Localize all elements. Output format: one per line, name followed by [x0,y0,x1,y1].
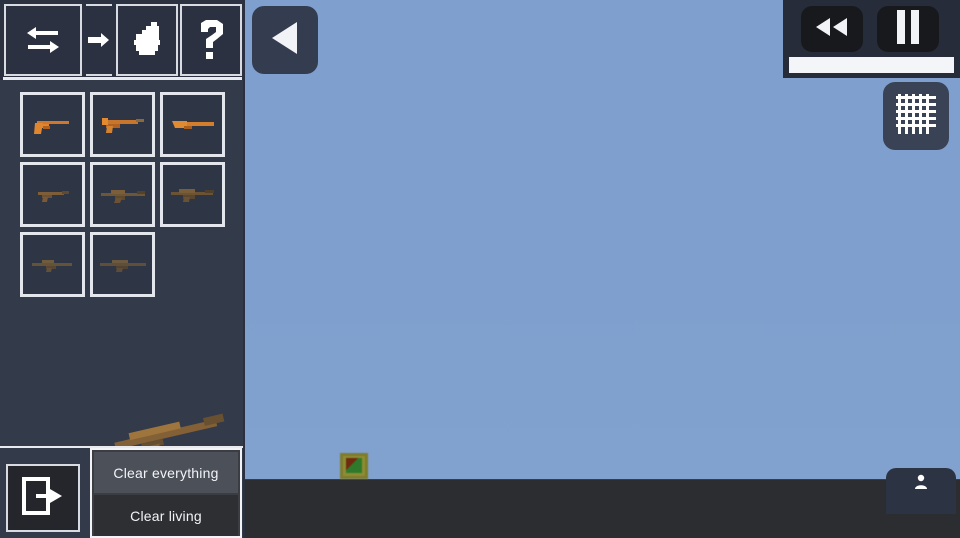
toolbar-divider [3,77,242,80]
item-slot-assault-rifle[interactable] [90,162,155,227]
person-icon [914,474,928,495]
compact-smg-icon [34,187,72,203]
rewind-icon [812,16,852,43]
item-slot-submachine-gun[interactable] [90,92,155,157]
game-screen: Clear everything Clear living [0,0,960,538]
assault-rifle-icon [99,186,147,204]
back-button[interactable] [252,6,318,74]
clear-living-button[interactable]: Clear living [94,495,238,536]
sniper-rifle-icon [98,257,148,273]
grenade-button[interactable] [116,4,178,76]
swap-arrows-icon [22,23,64,57]
playback-panel [783,0,960,78]
exit-door-icon [21,475,65,522]
characters-button[interactable] [886,468,956,514]
next-button[interactable] [86,4,112,76]
item-slot-compact-smg[interactable] [20,162,85,227]
item-slot-marksman-rifle[interactable] [20,232,85,297]
grenade-icon [129,20,165,60]
playback-progress-track[interactable] [789,57,954,73]
item-slot-sniper-rifle[interactable] [90,232,155,297]
item-sidebar: Clear everything Clear living [0,0,245,538]
grid-icon [896,93,936,139]
clear-buttons-panel: Clear everything Clear living [90,448,242,538]
help-button[interactable] [180,4,242,76]
exit-button[interactable] [6,464,80,532]
battle-rifle-icon [169,186,217,204]
pause-icon [895,9,921,49]
arrow-right-icon [88,31,110,49]
submachine-gun-icon [100,114,146,136]
question-mark-icon [196,19,226,61]
rewind-button[interactable] [801,6,863,52]
spawned-crate[interactable] [340,453,368,479]
item-slot-revolver[interactable] [20,92,85,157]
grid-button[interactable] [883,82,949,150]
playback-progress-fill [789,57,954,73]
swap-button[interactable] [4,4,82,76]
item-slot-battle-rifle[interactable] [160,162,225,227]
play-left-triangle-icon [269,19,301,62]
revolver-icon [31,114,75,136]
pause-button[interactable] [877,6,939,52]
item-slot-sawed-off-shotgun[interactable] [160,92,225,157]
sawed-off-shotgun-icon [170,116,216,134]
sidebar-edge [243,0,245,538]
sidebar-toolbar [0,0,245,80]
marksman-rifle-icon [30,257,76,273]
clear-everything-button[interactable]: Clear everything [94,452,238,493]
